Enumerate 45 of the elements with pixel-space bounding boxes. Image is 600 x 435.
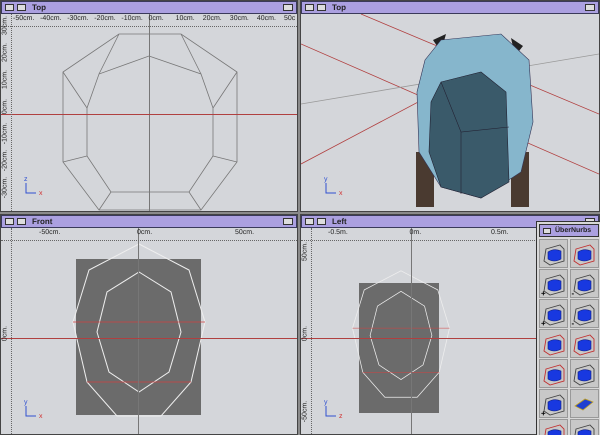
tool-sign: - — [572, 320, 574, 328]
subdivision-tool-button[interactable] — [570, 329, 598, 358]
cube-in-cage-icon — [542, 332, 566, 356]
window-menu-icon[interactable] — [305, 218, 314, 225]
tool-sign: + — [541, 410, 546, 418]
layout-toggle-icon[interactable] — [585, 4, 595, 11]
subdivision-tool-button[interactable] — [570, 389, 598, 418]
cube-in-cage-icon — [542, 242, 566, 266]
layout-toggle-icon[interactable] — [283, 4, 293, 11]
window-menu-icon[interactable] — [305, 4, 314, 11]
subdivision-tool-button[interactable] — [570, 359, 598, 388]
viewport-title: Front — [32, 218, 52, 226]
dropdown-icon[interactable] — [17, 4, 26, 11]
window-menu-icon[interactable] — [5, 4, 14, 11]
subdivision-tool-button[interactable]: - — [570, 299, 598, 328]
cube-in-cage-icon — [572, 332, 596, 356]
cube-in-cage-icon — [542, 302, 566, 326]
cube-in-cage-icon — [572, 242, 596, 266]
dropdown-icon[interactable] — [17, 218, 26, 225]
flat-shape-icon — [573, 396, 595, 412]
viewport-title: Top — [332, 4, 346, 12]
dropdown-icon[interactable] — [317, 4, 326, 11]
subdivision-tool-button[interactable]: + — [539, 299, 568, 328]
subdivision-tool-button[interactable] — [539, 359, 568, 388]
subdivision-tool-button[interactable] — [570, 239, 598, 268]
close-icon[interactable] — [543, 228, 551, 234]
subdivision-tool-button[interactable]: + — [539, 389, 568, 418]
cube-in-cage-icon — [542, 362, 566, 386]
tool-sign: - — [572, 290, 574, 298]
layout-toggle-icon[interactable] — [283, 218, 293, 225]
cube-in-cage-icon — [572, 362, 596, 386]
subdivision-tool-button[interactable]: - — [570, 269, 598, 298]
tool-sign: + — [541, 290, 546, 298]
dropdown-icon[interactable] — [317, 218, 326, 225]
subdivision-tool-button[interactable]: + — [539, 269, 568, 298]
viewport-title: Top — [32, 4, 46, 12]
cube-in-cage-icon — [542, 392, 566, 416]
tool-sign: + — [541, 320, 546, 328]
cube-in-cage-icon — [572, 302, 596, 326]
subdivision-tool-button[interactable] — [539, 239, 568, 268]
cube-in-cage-icon — [542, 272, 566, 296]
viewport-title: Left — [332, 218, 347, 226]
subdivision-tool-button[interactable] — [539, 329, 568, 358]
cube-in-cage-icon — [572, 272, 596, 296]
window-menu-icon[interactable] — [5, 218, 14, 225]
